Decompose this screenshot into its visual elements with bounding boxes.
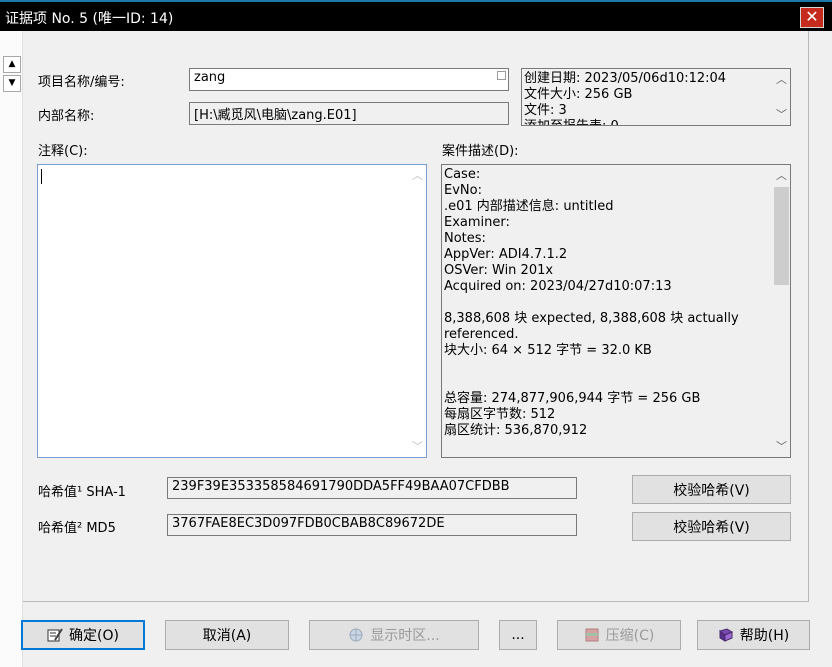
- globe-icon: [349, 628, 363, 642]
- timezone-button[interactable]: 显示时区...: [309, 620, 479, 650]
- info-text: 创建日期: 2023/05/06d10:12:04 文件大小: 256 GB 文…: [524, 71, 727, 125]
- item-name-label: 项目名称/编号:: [38, 75, 125, 90]
- close-button[interactable]: ✕: [800, 7, 824, 28]
- internal-name-label: 内部名称:: [38, 109, 95, 124]
- compress-label: 压缩(C): [605, 628, 655, 644]
- case-desc-text: Case: EvNo: .e01 内部描述信息: untitled Examin…: [444, 167, 739, 438]
- cancel-button[interactable]: 取消(A): [165, 620, 289, 650]
- compress-icon: [585, 628, 599, 642]
- text-caret: [41, 169, 42, 184]
- scroll-thumb[interactable]: [774, 187, 789, 285]
- sha1-field: 239F39E353358584691790DDA5FF49BAA07CFDBB: [167, 477, 577, 499]
- internal-name-field: [H:\臧觅风\电脑\zang.E01]: [189, 102, 509, 125]
- sha1-label: 哈希值¹ SHA-1: [38, 485, 126, 500]
- comment-label: 注释(C):: [38, 144, 88, 159]
- sha1-value: 239F39E353358584691790DDA5FF49BAA07CFDBB: [172, 479, 510, 494]
- verify-md5-label: 校验哈希(V): [673, 519, 750, 536]
- timezone-label: 显示时区...: [370, 628, 440, 644]
- verify-sha1-button[interactable]: 校验哈希(V): [632, 475, 791, 504]
- title-bar: 证据项 No. 5 (唯一ID: 14) ✕: [0, 0, 832, 31]
- help-button[interactable]: 帮助(H): [697, 620, 810, 650]
- compress-button[interactable]: 压缩(C): [557, 620, 681, 650]
- more-button[interactable]: ...: [499, 620, 537, 650]
- md5-value: 3767FAE8EC3D097FDB0CBAB8C89672DE: [172, 516, 445, 531]
- verify-md5-button[interactable]: 校验哈希(V): [632, 512, 791, 541]
- case-desc-box[interactable]: Case: EvNo: .e01 内部描述信息: untitled Examin…: [441, 164, 791, 458]
- md5-label: 哈希值² MD5: [38, 521, 116, 536]
- resize-corner-icon: [497, 71, 506, 80]
- case-desc-scrollbar[interactable]: ︿ ﹀: [773, 165, 790, 457]
- scroll-down-icon[interactable]: ﹀: [773, 438, 790, 455]
- md5-field: 3767FAE8EC3D097FDB0CBAB8C89672DE: [167, 514, 577, 536]
- case-desc-label: 案件描述(D):: [442, 144, 519, 159]
- left-strip: ▲ ▼: [0, 31, 23, 667]
- help-label: 帮助(H): [739, 628, 790, 644]
- item-name-value: zang: [194, 70, 226, 85]
- verify-sha1-label: 校验哈希(V): [673, 482, 750, 499]
- internal-name-value: [H:\臧觅风\电脑\zang.E01]: [194, 108, 357, 123]
- spin-up-icon[interactable]: ▲: [3, 56, 21, 73]
- edit-icon: [47, 628, 63, 642]
- scroll-down-icon[interactable]: ﹀: [773, 106, 790, 123]
- window-title: 证据项 No. 5 (唯一ID: 14): [5, 11, 174, 27]
- ok-button[interactable]: 确定(O): [21, 620, 145, 650]
- scroll-up-icon[interactable]: ︿: [773, 167, 790, 184]
- scroll-up-icon[interactable]: ︿: [773, 71, 790, 88]
- item-name-input[interactable]: zang: [189, 68, 509, 91]
- more-label: ...: [511, 627, 525, 643]
- ok-label: 确定(O): [69, 628, 119, 644]
- help-book-icon: [718, 628, 733, 642]
- scroll-down-icon[interactable]: ﹀: [409, 438, 426, 455]
- comment-textarea[interactable]: ︿ ﹀: [37, 164, 427, 458]
- info-scrollbar[interactable]: ︿ ﹀: [773, 69, 790, 125]
- spin-down-icon[interactable]: ▼: [3, 75, 21, 92]
- info-box[interactable]: 创建日期: 2023/05/06d10:12:04 文件大小: 256 GB 文…: [521, 68, 791, 126]
- cancel-label: 取消(A): [202, 628, 252, 644]
- close-icon: ✕: [805, 7, 819, 26]
- scroll-up-icon[interactable]: ︿: [409, 167, 426, 184]
- comment-scrollbar[interactable]: ︿ ﹀: [409, 165, 426, 457]
